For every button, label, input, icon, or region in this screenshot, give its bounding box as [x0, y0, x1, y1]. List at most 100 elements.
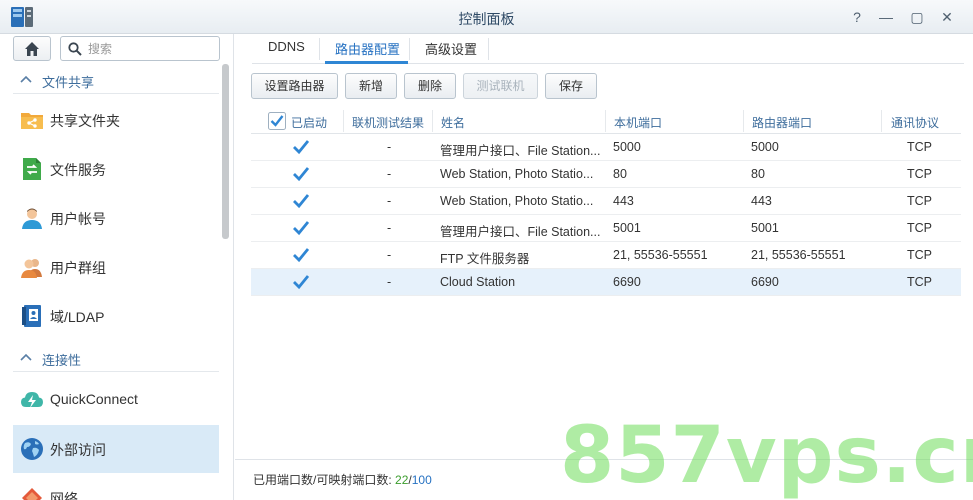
tab-advanced-settings[interactable]: 高级设置 [425, 39, 477, 58]
tab-divider [488, 38, 489, 60]
network-icon [22, 488, 42, 500]
table-row[interactable]: - Cloud Station 6690 6690 TCP [251, 269, 961, 296]
table-row[interactable]: - Web Station, Photo Statio... 80 80 TCP [251, 161, 961, 188]
table-row[interactable]: - 管理用户接口、File Station... 5000 5000 TCP [251, 134, 961, 161]
sidebar-item-label: 外部访问 [50, 442, 106, 458]
table-row[interactable]: - FTP 文件服务器 21, 55536-55551 21, 55536-55… [251, 242, 961, 269]
sidebar-item-label: 域/LDAP [50, 309, 105, 325]
globe-icon [21, 438, 43, 460]
sidebar-item-label: 用户帐号 [50, 211, 106, 227]
maximize-icon[interactable]: ▢ [908, 8, 926, 26]
chevron-up-icon [20, 75, 32, 83]
section-label: 连接性 [42, 353, 82, 368]
cell-local-port: 5001 [613, 221, 641, 235]
table-row[interactable]: - Web Station, Photo Statio... 443 443 T… [251, 188, 961, 215]
sidebar-item-label: QuickConnect [50, 391, 138, 407]
enabled-checkbox[interactable] [292, 273, 310, 291]
cell-test-result: - [387, 221, 392, 235]
cell-protocol: TCP [907, 275, 932, 289]
cell-protocol: TCP [907, 140, 932, 154]
table-header: 已启动 联机测试结果 姓名 本机端口 路由器端口 通讯协议 [251, 108, 961, 134]
sidebar-item-quickconnect[interactable]: QuickConnect [13, 376, 219, 424]
help-icon[interactable]: ? [848, 8, 866, 26]
delete-button[interactable]: 删除 [404, 73, 456, 99]
tab-router-config[interactable]: 路由器配置 [335, 39, 400, 58]
sidebar-item-domain-ldap[interactable]: 域/LDAP [13, 292, 219, 340]
cell-router-port: 80 [751, 167, 765, 181]
tab-divider [319, 38, 320, 60]
cell-protocol: TCP [907, 194, 932, 208]
section-label: 文件共享 [42, 75, 95, 90]
user-icon [22, 208, 42, 229]
cell-test-result: - [387, 275, 392, 289]
used-ports-count: 22 [395, 473, 409, 487]
sidebar-item-network[interactable]: 网络 [13, 474, 219, 500]
search-input[interactable] [88, 40, 213, 58]
cell-local-port: 21, 55536-55551 [613, 248, 708, 262]
enabled-checkbox[interactable] [292, 246, 310, 264]
header-name[interactable]: 姓名 [441, 114, 465, 131]
sidebar-item-user-account[interactable]: 用户帐号 [13, 194, 219, 242]
enabled-checkbox[interactable] [292, 219, 310, 237]
sidebar-scrollbar[interactable] [222, 64, 229, 239]
test-connection-button[interactable]: 测试联机 [463, 73, 538, 99]
sidebar-item-shared-folder[interactable]: 共享文件夹 [13, 96, 219, 144]
cell-local-port: 5000 [613, 140, 641, 154]
cell-name: 管理用户接口、File Station... [440, 144, 601, 158]
cell-local-port: 6690 [613, 275, 641, 289]
user-group-icon [21, 259, 42, 278]
cell-protocol: TCP [907, 248, 932, 262]
enabled-checkbox[interactable] [292, 165, 310, 183]
cell-name: Web Station, Photo Statio... [440, 167, 594, 181]
add-button[interactable]: 新增 [345, 73, 397, 99]
cell-test-result: - [387, 140, 392, 154]
select-all-checkbox[interactable] [268, 112, 286, 130]
cell-router-port: 443 [751, 194, 772, 208]
sidebar-item-label: 文件服务 [50, 162, 106, 178]
sidebar-item-label: 网络 [50, 491, 78, 500]
minimize-icon[interactable]: — [877, 8, 895, 26]
home-button[interactable] [13, 36, 51, 61]
cell-router-port: 21, 55536-55551 [751, 248, 846, 262]
column-divider [343, 110, 344, 132]
tab-divider [409, 38, 410, 60]
home-icon [25, 42, 39, 56]
cell-protocol: TCP [907, 167, 932, 181]
chevron-up-icon [20, 353, 32, 361]
total-ports-count: 100 [411, 473, 432, 487]
enabled-checkbox[interactable] [292, 192, 310, 210]
header-protocol[interactable]: 通讯协议 [891, 114, 939, 131]
header-local-port[interactable]: 本机端口 [614, 114, 662, 131]
section-connectivity[interactable]: 连接性 [13, 344, 219, 372]
enabled-checkbox[interactable] [292, 138, 310, 156]
cell-local-port: 443 [613, 194, 634, 208]
header-router-port[interactable]: 路由器端口 [752, 114, 812, 131]
save-button[interactable]: 保存 [545, 73, 597, 99]
section-file-sharing[interactable]: 文件共享 [13, 66, 219, 94]
sidebar-item-file-services[interactable]: 文件服务 [13, 145, 219, 193]
sidebar-item-label: 用户群组 [50, 260, 106, 276]
close-icon[interactable]: ✕ [938, 8, 956, 26]
watermark: 857vps.cn [560, 411, 973, 500]
sidebar-item-label: 共享文件夹 [50, 113, 120, 129]
cell-router-port: 5001 [751, 221, 779, 235]
sidebar-item-user-group[interactable]: 用户群组 [13, 243, 219, 291]
setup-router-button[interactable]: 设置路由器 [251, 73, 338, 99]
column-divider [881, 110, 882, 132]
window-title: 控制面板 [458, 11, 515, 27]
cell-router-port: 5000 [751, 140, 779, 154]
sidebar-item-external-access[interactable]: 外部访问 [13, 425, 219, 473]
file-services-icon [23, 158, 41, 180]
tab-bar: DDNS 路由器配置 高级设置 [252, 34, 964, 64]
port-usage-label: 已用端口数/可映射端口数: [253, 473, 396, 487]
header-test-result[interactable]: 联机测试结果 [352, 114, 424, 131]
cell-name: 管理用户接口、File Station... [440, 225, 601, 239]
cell-name: Web Station, Photo Statio... [440, 194, 594, 208]
tab-ddns[interactable]: DDNS [268, 39, 305, 54]
domain-ldap-icon [22, 305, 41, 327]
table-row[interactable]: - 管理用户接口、File Station... 5001 5001 TCP [251, 215, 961, 242]
cell-name: Cloud Station [440, 275, 516, 289]
header-enabled[interactable]: 已启动 [291, 114, 327, 131]
search-box[interactable] [60, 36, 220, 61]
column-divider [432, 110, 433, 132]
